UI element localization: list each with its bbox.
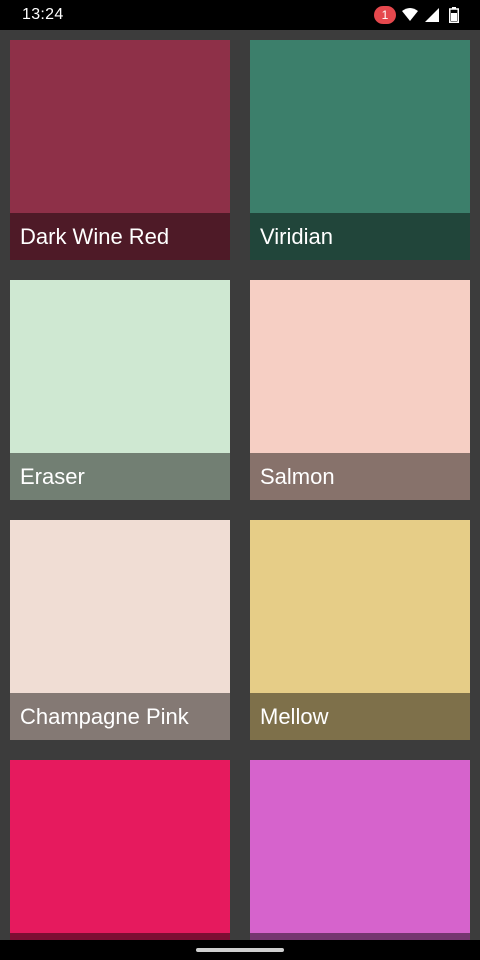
color-tile[interactable] xyxy=(250,760,470,960)
color-tile-label: Mellow xyxy=(250,693,470,740)
color-tile-label: Eraser xyxy=(10,453,230,500)
color-tile[interactable]: Salmon xyxy=(250,280,470,500)
color-tile[interactable]: Dark Wine Red xyxy=(10,40,230,260)
color-tile[interactable] xyxy=(10,760,230,960)
color-tile-label: Viridian xyxy=(250,213,470,260)
home-gesture-handle[interactable] xyxy=(196,948,284,952)
color-grid: Dark Wine Red Viridian Eraser Salmon Champag… xyxy=(10,40,470,960)
color-tile-label: Salmon xyxy=(250,453,470,500)
status-time: 13:24 xyxy=(22,6,64,23)
color-tile[interactable]: Eraser xyxy=(10,280,230,500)
notification-badge: 1 xyxy=(374,6,396,24)
wifi-icon xyxy=(402,7,418,23)
color-tile[interactable]: Champagne Pink xyxy=(10,520,230,740)
battery-icon xyxy=(446,7,462,23)
cellular-signal-icon xyxy=(424,7,440,23)
color-tile[interactable]: Mellow xyxy=(250,520,470,740)
color-tile[interactable]: Viridian xyxy=(250,40,470,260)
color-tile-label: Champagne Pink xyxy=(10,693,230,740)
color-tile-label: Dark Wine Red xyxy=(10,213,230,260)
status-bar: 13:24 1 xyxy=(0,0,480,30)
status-icons: 1 xyxy=(374,6,462,24)
navigation-bar xyxy=(0,940,480,960)
